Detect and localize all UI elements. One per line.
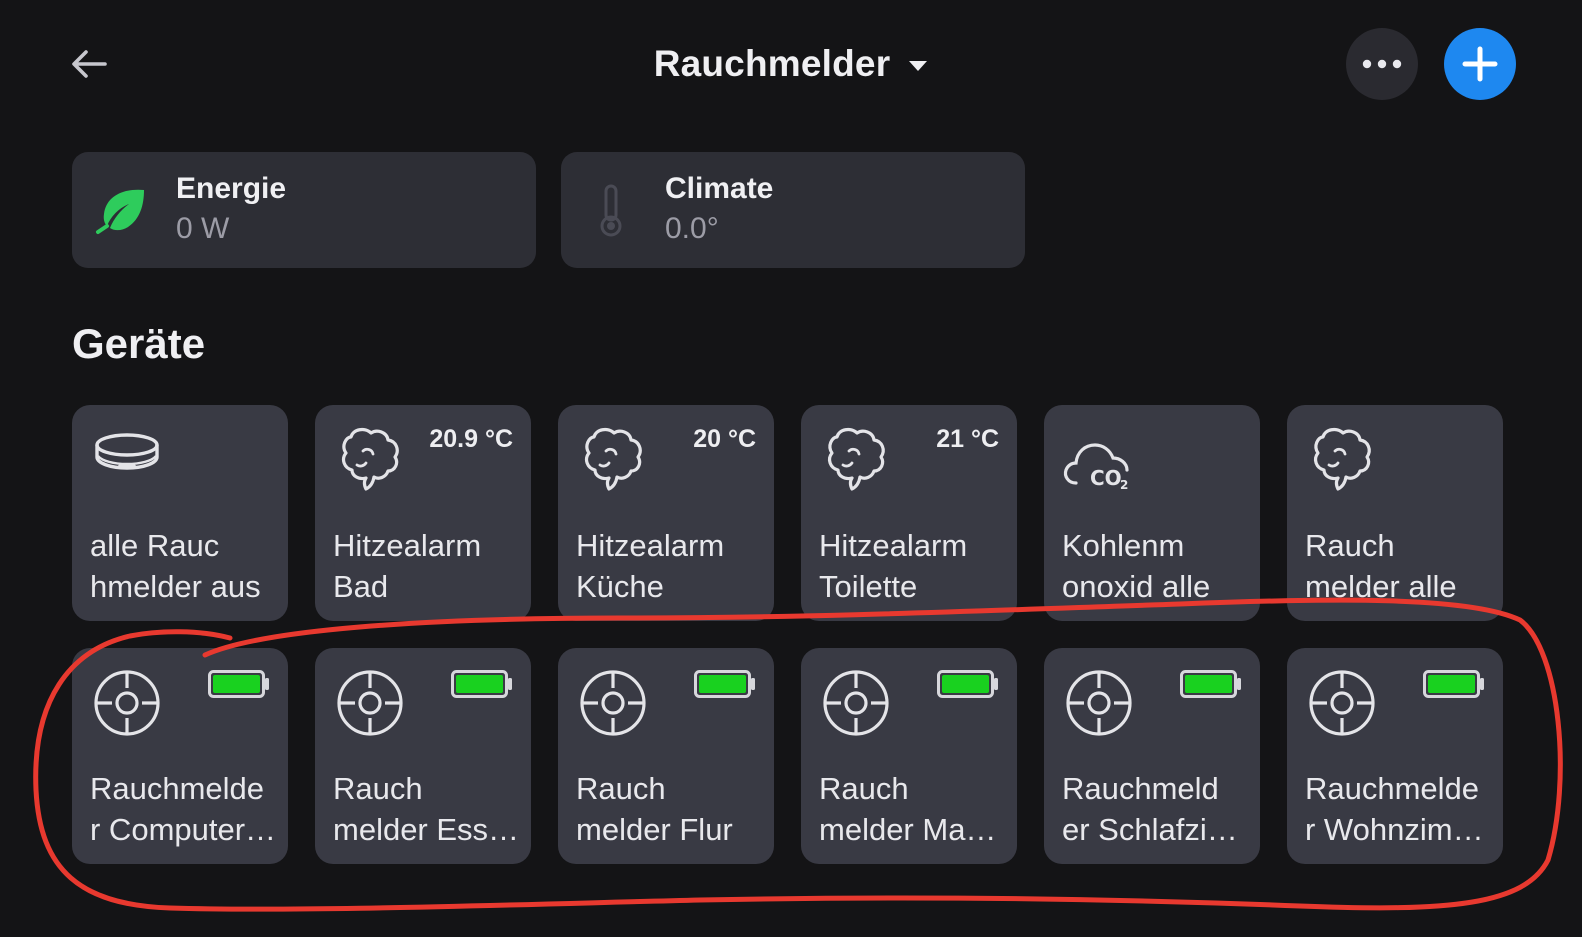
smoke-detector-icon — [95, 433, 159, 470]
battery-full-icon — [208, 670, 269, 698]
section-title-devices: Geräte — [72, 320, 206, 367]
climate-value: 0.0° — [665, 212, 719, 245]
energy-card[interactable]: Energie 0 W — [72, 152, 536, 268]
arrow-left-icon — [72, 50, 107, 78]
battery-full-icon — [937, 670, 998, 698]
header-title-group: Rauchmelder — [0, 38, 1582, 90]
page-title[interactable]: Rauchmelder — [654, 43, 891, 85]
device-tile[interactable]: Rauch melder Ma… — [801, 648, 1017, 864]
plus-icon — [1462, 46, 1498, 82]
energy-label: Energie — [176, 172, 287, 205]
smoke-cloud-icon — [1313, 427, 1371, 491]
device-name: Rauchmelde r Computer… — [90, 771, 277, 847]
device-tile[interactable]: 20 °C Hitzealarm Küche — [558, 405, 774, 621]
battery-full-icon — [694, 670, 755, 698]
device-tile[interactable]: 20.9 °C Hitzealarm Bad — [315, 405, 531, 621]
svg-text:CO: CO — [1090, 466, 1122, 490]
caret-down-icon[interactable] — [908, 60, 928, 72]
more-options-button[interactable] — [1346, 28, 1418, 100]
device-name: Rauchmeld er Schlafzi… — [1062, 771, 1238, 847]
device-name: Rauch melder Ess… — [333, 771, 520, 847]
device-name: Hitzealarm Küche — [576, 528, 725, 604]
temperature-value: 21 °C — [936, 425, 999, 453]
add-button[interactable] — [1444, 28, 1516, 100]
back-button[interactable] — [62, 40, 116, 88]
dashboard-page: Rauchmelder Energie 0 W Climate 0.0° Ger… — [0, 0, 1582, 937]
smoke-sensor-icon — [1309, 670, 1375, 736]
battery-full-icon — [1423, 670, 1484, 698]
climate-card[interactable]: Climate 0.0° — [561, 152, 1025, 268]
device-name: Hitzealarm Toilette — [819, 528, 968, 604]
device-name: Rauch melder Flur — [576, 771, 733, 847]
device-tile[interactable]: Rauchmelde r Computer… — [72, 648, 288, 864]
smoke-sensor-icon — [337, 670, 403, 736]
climate-label: Climate — [665, 172, 774, 205]
device-tile[interactable]: CO 2 Kohlenm onoxid alle — [1044, 405, 1260, 621]
smoke-sensor-icon — [94, 670, 160, 736]
energy-value: 0 W — [176, 212, 230, 245]
device-tile[interactable]: Rauch melder Ess… — [315, 648, 531, 864]
battery-full-icon — [451, 670, 512, 698]
smoke-sensor-icon — [580, 670, 646, 736]
co2-cloud-icon: CO 2 — [1063, 443, 1129, 492]
device-name: Rauch melder Ma… — [819, 771, 997, 847]
device-tile[interactable]: Rauchmelde r Wohnzim… — [1287, 648, 1503, 864]
device-tile[interactable]: Rauch melder Flur — [558, 648, 774, 864]
smoke-sensor-icon — [1066, 670, 1132, 736]
device-tile[interactable]: Rauchmeld er Schlafzi… — [1044, 648, 1260, 864]
smoke-cloud-icon — [827, 427, 885, 491]
device-name: alle Rauc hmelder aus — [90, 528, 261, 604]
smoke-sensor-icon — [823, 670, 889, 736]
device-name: Hitzealarm Bad — [333, 528, 482, 604]
device-tile[interactable]: alle Rauc hmelder aus — [72, 405, 288, 621]
device-name: Rauch melder alle — [1305, 528, 1457, 604]
more-dots-icon — [1362, 59, 1402, 69]
thermometer-icon — [600, 184, 622, 237]
smoke-cloud-icon — [341, 427, 399, 491]
leaf-icon — [96, 189, 144, 234]
device-name: Rauchmelde r Wohnzim… — [1305, 771, 1484, 847]
device-name: Kohlenm onoxid alle — [1062, 528, 1211, 604]
battery-full-icon — [1180, 670, 1241, 698]
smoke-cloud-icon — [584, 427, 642, 491]
temperature-value: 20 °C — [693, 425, 756, 453]
device-tile[interactable]: Rauch melder alle — [1287, 405, 1503, 621]
svg-text:2: 2 — [1120, 478, 1128, 492]
device-tile[interactable]: 21 °C Hitzealarm Toilette — [801, 405, 1017, 621]
temperature-value: 20.9 °C — [429, 425, 513, 453]
